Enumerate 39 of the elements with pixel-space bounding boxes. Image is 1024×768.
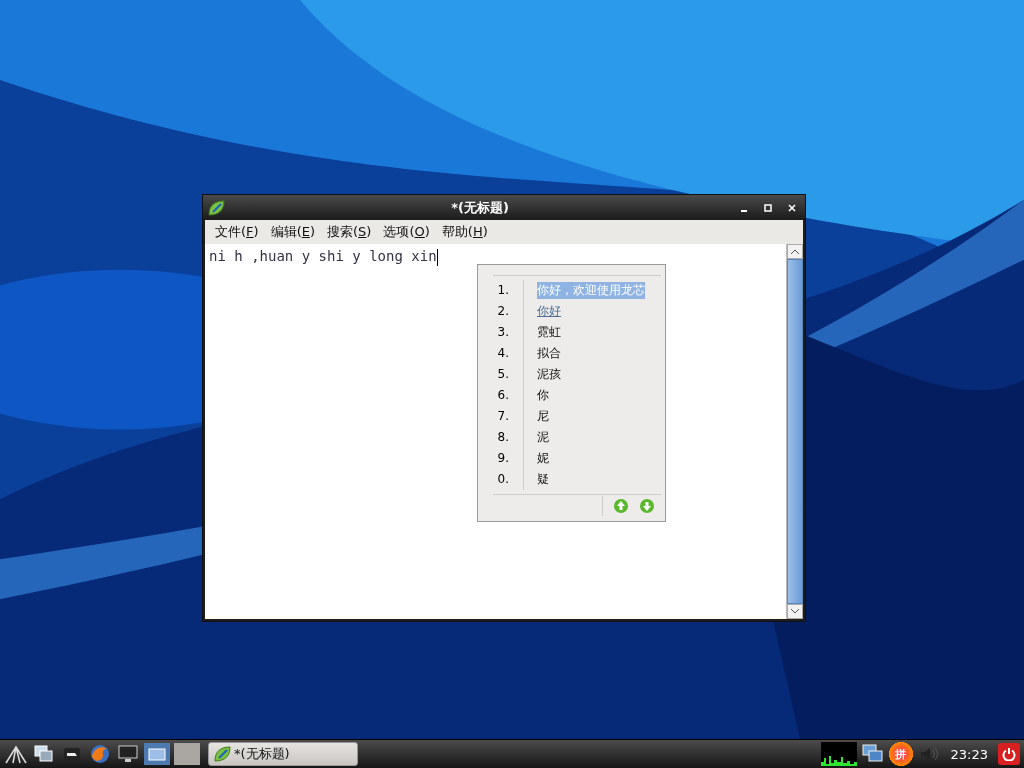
- candidate-item[interactable]: 疑: [537, 471, 549, 488]
- candidate-number: 9.: [493, 448, 524, 469]
- candidate-number: 3.: [493, 322, 524, 343]
- candidate-item[interactable]: 尼: [537, 408, 549, 425]
- candidate-item[interactable]: 泥孩: [537, 366, 561, 383]
- menu-item[interactable]: 帮助(H): [435, 223, 494, 241]
- menu-item[interactable]: 文件(F): [209, 223, 265, 241]
- task-button[interactable]: *(无标题): [208, 742, 358, 766]
- app-icon: [207, 198, 225, 217]
- scroll-down-button[interactable]: [787, 604, 803, 619]
- candidate-number: 2.: [493, 301, 524, 322]
- editor-text: ni h ,huan y shi y long xin: [209, 248, 437, 264]
- text-cursor: [436, 248, 438, 266]
- candidate-number: 5.: [493, 364, 524, 385]
- candidate-number: 4.: [493, 343, 524, 364]
- close-icon: [788, 203, 796, 212]
- menu-item[interactable]: 搜索(S): [321, 223, 378, 241]
- menu-item[interactable]: 选项(O): [377, 223, 436, 241]
- candidate-number: 7.: [493, 406, 524, 427]
- maximize-icon: [764, 203, 772, 212]
- scroll-up-button[interactable]: [787, 244, 803, 259]
- scrollbar-thumb[interactable]: [787, 259, 803, 604]
- window-title: *(无标题): [450, 198, 510, 217]
- browser-icon[interactable]: [88, 742, 112, 766]
- candidate-item[interactable]: 拟合: [537, 345, 561, 362]
- candidate-item[interactable]: 妮: [537, 450, 549, 467]
- candidate-item[interactable]: 霓虹: [537, 324, 561, 341]
- candidate-item[interactable]: 你好: [537, 303, 561, 320]
- candidate-item[interactable]: 你: [537, 387, 549, 404]
- candidate-number: 0.: [493, 469, 524, 490]
- clock: 23:23: [949, 746, 989, 762]
- candidate-number: 1.: [493, 280, 524, 301]
- minimize-icon: [741, 209, 747, 212]
- candidate-number: 8.: [493, 427, 524, 448]
- menu-item[interactable]: 编辑(E): [264, 223, 321, 241]
- candidate-number: 6.: [493, 385, 524, 406]
- power-button[interactable]: [998, 743, 1020, 765]
- app-icon: [213, 745, 231, 763]
- candidate-item[interactable]: 泥: [537, 429, 549, 446]
